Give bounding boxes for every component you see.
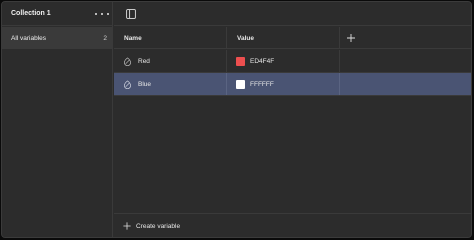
sidebar-header: Collection 1 <box>2 2 113 26</box>
column-header-value: Value <box>237 35 254 42</box>
color-variable-icon <box>123 80 132 89</box>
add-column-plus-icon[interactable] <box>346 33 356 43</box>
color-variable-icon <box>123 57 132 66</box>
variables-main: Name Value Red ED4F4F Blue FFFFFF Create… <box>114 2 471 237</box>
create-variable-button[interactable]: Create variable <box>123 221 180 231</box>
create-variable-label: Create variable <box>136 222 181 230</box>
variable-row-red[interactable]: Red ED4F4F <box>114 50 471 73</box>
column-divider <box>339 27 340 48</box>
collection-title: Collection 1 <box>11 10 51 17</box>
sidebar-item-label: All variables <box>11 35 47 42</box>
sidebar-item-all-variables[interactable]: All variables 2 <box>2 27 113 49</box>
variables-window: Collection 1 All variables 2 Name Value <box>1 1 472 238</box>
column-header-name: Name <box>124 35 142 42</box>
sidebar-item-count: 2 <box>103 35 107 42</box>
collections-sidebar: Collection 1 All variables 2 <box>2 2 113 237</box>
color-swatch[interactable] <box>236 80 245 89</box>
variable-name: Blue <box>138 81 152 88</box>
variable-row-blue[interactable]: Blue FFFFFF <box>114 73 471 96</box>
plus-icon <box>123 222 131 230</box>
more-options-button[interactable] <box>95 9 109 19</box>
column-divider <box>226 27 227 48</box>
toolbar <box>114 2 471 26</box>
more-horizontal-icon <box>95 12 98 16</box>
sidebar-toggle-icon[interactable] <box>126 9 136 19</box>
table-footer: Create variable <box>114 213 471 237</box>
table-header: Name Value <box>114 27 471 49</box>
variable-name: Red <box>138 58 150 65</box>
color-swatch[interactable] <box>236 57 245 66</box>
variable-value[interactable]: ED4F4F <box>250 58 274 65</box>
variable-value[interactable]: FFFFFF <box>250 81 274 88</box>
